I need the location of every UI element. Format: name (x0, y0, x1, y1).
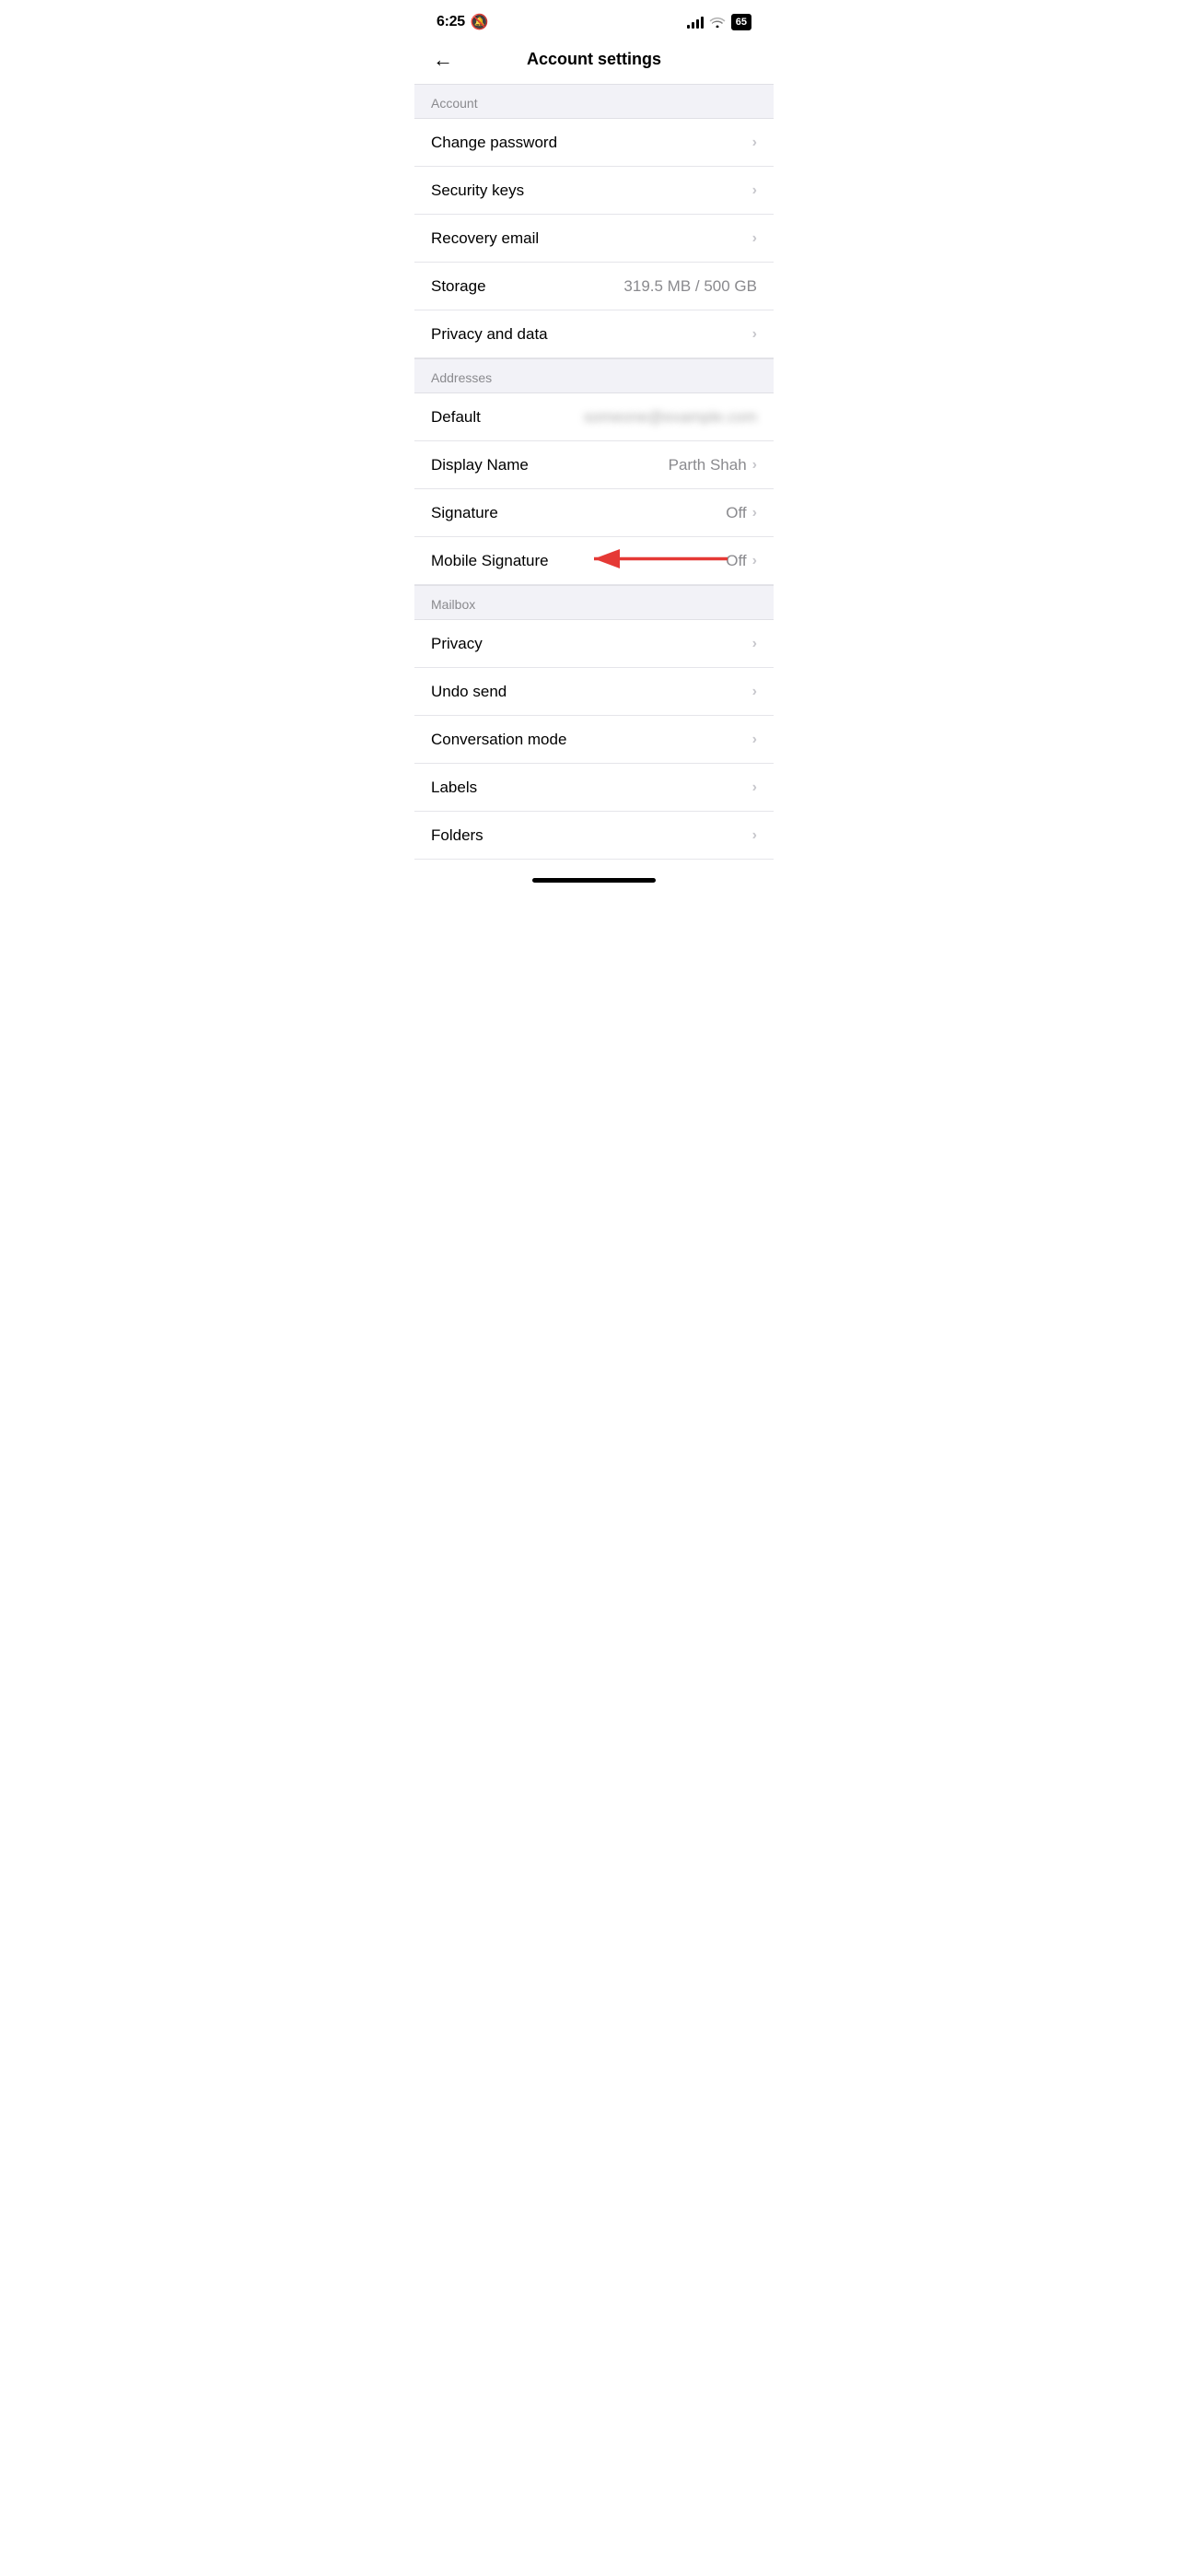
chevron-icon: › (752, 231, 757, 246)
page-title: Account settings (527, 50, 661, 69)
row-display-name[interactable]: Display Name Parth Shah › (414, 441, 774, 489)
chevron-icon: › (752, 327, 757, 342)
home-bar (532, 878, 656, 883)
row-right: Parth Shah › (669, 456, 757, 474)
signal-bar-4 (701, 17, 704, 29)
chevron-icon: › (752, 732, 757, 747)
chevron-icon: › (752, 828, 757, 843)
signal-icon (687, 16, 704, 29)
row-right: › (752, 231, 757, 246)
row-undo-send[interactable]: Undo send › (414, 668, 774, 716)
time-display: 6:25 (437, 14, 465, 30)
settings-list: Account Change password › Security keys … (414, 84, 774, 860)
status-bar: 6:25 🔕 65 (414, 0, 774, 39)
chevron-icon: › (752, 554, 757, 568)
section-header-account: Account (414, 84, 774, 119)
row-right: 319.5 MB / 500 GB (623, 277, 757, 296)
signal-bar-3 (696, 19, 699, 29)
signal-bar-1 (687, 25, 690, 29)
nav-header: ← Account settings (414, 39, 774, 84)
row-privacy-data[interactable]: Privacy and data › (414, 310, 774, 358)
row-storage[interactable]: Storage 319.5 MB / 500 GB (414, 263, 774, 310)
status-time: 6:25 🔕 (437, 13, 488, 31)
chevron-icon: › (752, 780, 757, 795)
row-default[interactable]: Default someone@example.com (414, 393, 774, 441)
row-right: › (752, 780, 757, 795)
chevron-icon: › (752, 685, 757, 699)
section-header-mailbox: Mailbox (414, 585, 774, 620)
battery-icon: 65 (731, 14, 751, 30)
row-conversation-mode[interactable]: Conversation mode › (414, 716, 774, 764)
row-right: › (752, 828, 757, 843)
chevron-icon: › (752, 506, 757, 521)
chevron-icon: › (752, 458, 757, 473)
row-right: › (752, 135, 757, 150)
row-recovery-email[interactable]: Recovery email › (414, 215, 774, 263)
row-right: › (752, 327, 757, 342)
red-arrow-annotation (585, 540, 732, 581)
row-right: Off › (726, 552, 757, 570)
row-privacy[interactable]: Privacy › (414, 620, 774, 668)
home-indicator (414, 860, 774, 892)
status-icons: 65 (687, 14, 751, 30)
row-right: › (752, 732, 757, 747)
row-security-keys[interactable]: Security keys › (414, 167, 774, 215)
row-right: › (752, 183, 757, 198)
chevron-icon: › (752, 637, 757, 651)
row-right: › (752, 685, 757, 699)
row-mobile-signature[interactable]: Mobile Signature Off › (414, 537, 774, 585)
chevron-icon: › (752, 183, 757, 198)
chevron-icon: › (752, 135, 757, 150)
row-right: someone@example.com (584, 408, 757, 427)
back-button[interactable]: ← (429, 44, 457, 76)
row-folders[interactable]: Folders › (414, 812, 774, 860)
section-header-addresses: Addresses (414, 358, 774, 393)
row-right: › (752, 637, 757, 651)
row-labels[interactable]: Labels › (414, 764, 774, 812)
row-signature[interactable]: Signature Off › (414, 489, 774, 537)
row-change-password[interactable]: Change password › (414, 119, 774, 167)
blurred-email: someone@example.com (584, 408, 757, 427)
bell-icon: 🔕 (471, 13, 489, 31)
row-right: Off › (726, 504, 757, 522)
signal-bar-2 (692, 22, 694, 29)
wifi-icon (709, 15, 726, 30)
